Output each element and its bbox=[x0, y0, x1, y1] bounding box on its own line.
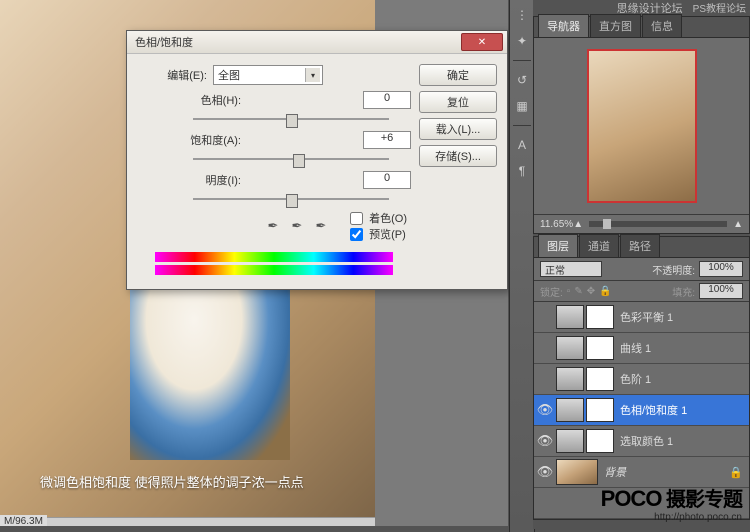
layer-row[interactable]: 👁色相/饱和度 1 bbox=[534, 395, 749, 426]
opacity-input[interactable]: 100% bbox=[699, 261, 743, 277]
navigator-preview[interactable] bbox=[534, 38, 749, 214]
mask-thumb-icon bbox=[586, 367, 614, 391]
edit-value: 全图 bbox=[218, 67, 240, 83]
colorize-check[interactable] bbox=[350, 212, 363, 225]
tab-layers[interactable]: 图层 bbox=[538, 234, 578, 257]
opacity-label: 不透明度: bbox=[652, 262, 695, 277]
tab-info[interactable]: 信息 bbox=[642, 14, 682, 37]
layers-panel: 图层 通道 路径 正常 不透明度: 100% 锁定: ▫ ✎ ✥ 🔒 填充: 1… bbox=[533, 236, 750, 520]
actions-icon[interactable]: ▦ bbox=[513, 97, 531, 115]
lock-position-icon[interactable]: ✥ bbox=[587, 286, 595, 297]
fill-label: 填充: bbox=[672, 284, 695, 299]
paragraph-icon[interactable]: ¶ bbox=[513, 162, 531, 180]
tool-dock: ⋮ ✦ ↺ ▦ A ¶ bbox=[509, 0, 535, 532]
adj-thumb-icon bbox=[556, 336, 584, 360]
visibility-toggle[interactable]: 👁 bbox=[534, 402, 556, 418]
layer-row[interactable]: 曲线 1 bbox=[534, 333, 749, 364]
brush-icon[interactable]: ✦ bbox=[513, 32, 531, 50]
save-button[interactable]: 存储(S)... bbox=[419, 145, 497, 167]
adj-thumb-icon bbox=[556, 367, 584, 391]
dialog-title: 色相/饱和度 bbox=[131, 34, 461, 50]
lock-icon: 🔒 bbox=[729, 466, 743, 479]
adj-thumb-icon bbox=[556, 429, 584, 453]
mask-thumb-icon bbox=[586, 336, 614, 360]
blend-mode-select[interactable]: 正常 bbox=[540, 261, 602, 277]
scrollbar-horizontal[interactable] bbox=[0, 517, 375, 526]
edit-combo[interactable]: 全图 ▾ bbox=[213, 65, 323, 85]
lock-transparent-icon[interactable]: ▫ bbox=[567, 286, 571, 297]
tab-paths[interactable]: 路径 bbox=[620, 234, 660, 257]
zoom-value[interactable]: 11.65% bbox=[540, 219, 573, 230]
hue-range-bar-bottom bbox=[155, 265, 393, 275]
lightness-input[interactable]: 0 bbox=[363, 171, 411, 189]
saturation-label: 饱和度(A): bbox=[177, 132, 241, 148]
edit-label: 编辑(E): bbox=[137, 67, 207, 83]
layer-row[interactable]: 色阶 1 bbox=[534, 364, 749, 395]
history-icon[interactable]: ↺ bbox=[513, 71, 531, 89]
mask-thumb-icon bbox=[586, 398, 614, 422]
eyedropper-plus-icon[interactable]: ✒ bbox=[289, 218, 305, 234]
tab-navigator[interactable]: 导航器 bbox=[538, 14, 589, 37]
zoom-slider[interactable] bbox=[589, 221, 727, 227]
mask-thumb-icon bbox=[586, 305, 614, 329]
navigator-panel: 导航器 直方图 信息 11.65% ▲ ▲ bbox=[533, 16, 750, 234]
hue-saturation-dialog: 色相/饱和度 ✕ 编辑(E): 全图 ▾ 色相(H): 0 饱和度(A): +6 bbox=[126, 30, 508, 290]
tab-histogram[interactable]: 直方图 bbox=[590, 14, 641, 37]
adj-thumb-icon bbox=[556, 305, 584, 329]
fill-input[interactable]: 100% bbox=[699, 283, 743, 299]
poco-watermark: POCO 摄影专题 http://photo.poco.cn bbox=[601, 483, 742, 523]
zoom-out-icon[interactable]: ▲ bbox=[573, 219, 583, 230]
eyedropper-icon[interactable]: ✒ bbox=[265, 218, 281, 234]
hue-input[interactable]: 0 bbox=[363, 91, 411, 109]
saturation-slider[interactable] bbox=[193, 152, 389, 166]
close-button[interactable]: ✕ bbox=[461, 33, 503, 51]
load-button[interactable]: 载入(L)... bbox=[419, 118, 497, 140]
tab-channels[interactable]: 通道 bbox=[579, 234, 619, 257]
lock-label: 锁定: bbox=[540, 284, 563, 299]
panels-area: 思缘设计论坛 PS教程论坛 导航器 直方图 信息 11.65% ▲ ▲ 图层 通… bbox=[533, 0, 750, 529]
colorize-checkbox[interactable]: 着色(O) bbox=[346, 210, 407, 226]
ok-button[interactable]: 确定 bbox=[419, 64, 497, 86]
status-bar: M/96.3M bbox=[0, 515, 47, 526]
layer-row[interactable]: 色彩平衡 1 bbox=[534, 302, 749, 333]
photo-caption: 微调色相饱和度 使得照片整体的调子浓一点点 bbox=[40, 472, 304, 491]
chevron-down-icon: ▾ bbox=[305, 68, 320, 82]
lock-pixels-icon[interactable]: ✎ bbox=[574, 286, 582, 297]
dock-handle-icon[interactable]: ⋮ bbox=[513, 6, 531, 24]
lightness-label: 明度(I): bbox=[177, 172, 241, 188]
reset-button[interactable]: 复位 bbox=[419, 91, 497, 113]
hue-label: 色相(H): bbox=[177, 92, 241, 108]
layer-row[interactable]: 👁选取颜色 1 bbox=[534, 426, 749, 457]
eyedropper-minus-icon[interactable]: ✒ bbox=[313, 218, 329, 234]
mask-thumb-icon bbox=[586, 429, 614, 453]
watermark: 思缘设计论坛 PS教程论坛 bbox=[617, 0, 746, 16]
lock-all-icon[interactable]: 🔒 bbox=[599, 286, 611, 297]
dialog-titlebar[interactable]: 色相/饱和度 ✕ bbox=[127, 31, 507, 54]
preview-checkbox[interactable]: 预览(P) bbox=[346, 226, 407, 242]
zoom-in-icon[interactable]: ▲ bbox=[733, 219, 743, 230]
lightness-slider[interactable] bbox=[193, 192, 389, 206]
visibility-toggle[interactable]: 👁 bbox=[534, 433, 556, 449]
adj-thumb-icon bbox=[556, 398, 584, 422]
hue-slider[interactable] bbox=[193, 112, 389, 126]
preview-check[interactable] bbox=[350, 228, 363, 241]
bg-thumb-icon bbox=[556, 459, 598, 485]
saturation-input[interactable]: +6 bbox=[363, 131, 411, 149]
visibility-toggle[interactable]: 👁 bbox=[534, 464, 556, 480]
character-icon[interactable]: A bbox=[513, 136, 531, 154]
hue-range-bar-top bbox=[155, 252, 393, 262]
navigator-viewport[interactable] bbox=[587, 49, 697, 203]
